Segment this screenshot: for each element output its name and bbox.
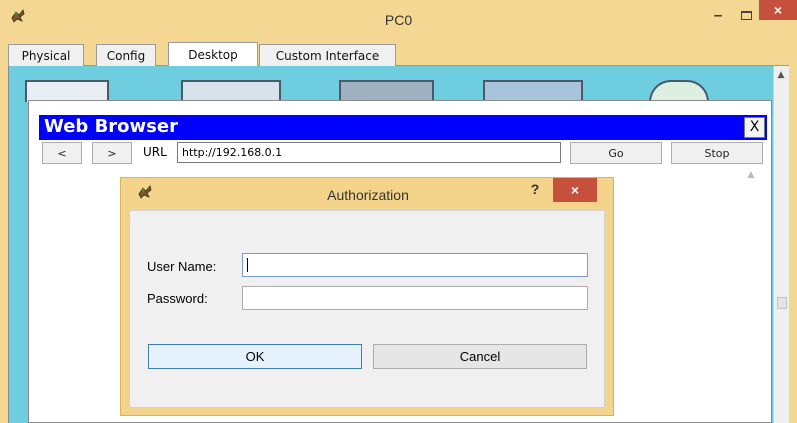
maximize-icon — [740, 10, 752, 20]
ok-button[interactable]: OK — [148, 344, 362, 369]
help-button[interactable]: ? — [521, 178, 549, 200]
window-titlebar[interactable]: PC0 – × — [0, 0, 797, 38]
tab-strip: Physical Config Desktop Custom Interface — [8, 42, 789, 67]
url-input[interactable]: http://192.168.0.1 — [177, 142, 561, 163]
desktop-app-icon[interactable] — [483, 80, 583, 102]
minimize-button[interactable]: – — [705, 4, 731, 26]
cancel-button[interactable]: Cancel — [373, 344, 587, 369]
authorization-dialog: Authorization ? × User Name: Password: O… — [120, 177, 614, 416]
url-label: URL — [143, 145, 167, 159]
password-label: Password: — [147, 291, 208, 306]
stop-button[interactable]: Stop — [671, 142, 763, 164]
tab-desktop[interactable]: Desktop — [168, 42, 258, 67]
desktop-app-icon[interactable] — [181, 80, 281, 102]
scroll-up-arrow-icon[interactable]: ▲ — [776, 70, 786, 80]
browser-titlebar: Web Browser X — [39, 115, 767, 140]
tab-physical[interactable]: Physical — [8, 44, 84, 66]
password-input[interactable] — [242, 286, 588, 310]
pc-window: PC0 – × Physical Config Desktop Custom I… — [0, 0, 797, 423]
browser-title: Web Browser — [44, 116, 178, 137]
desktop-app-icon[interactable] — [25, 80, 109, 102]
browser-scroll-up-icon[interactable]: ▲ — [746, 170, 756, 180]
maximize-button[interactable] — [733, 4, 759, 26]
browser-close-button[interactable]: X — [744, 117, 765, 138]
window-close-button[interactable]: × — [759, 0, 797, 20]
forward-button[interactable]: > — [92, 142, 132, 164]
tab-config[interactable]: Config — [96, 44, 156, 66]
scrollbar-thumb[interactable] — [777, 297, 787, 309]
dialog-body: User Name: Password: OK Cancel — [129, 210, 605, 408]
tab-custom-interface[interactable]: Custom Interface — [259, 44, 396, 66]
go-button[interactable]: Go — [570, 142, 662, 164]
back-button[interactable]: < — [42, 142, 82, 164]
desktop-app-icon[interactable] — [339, 80, 434, 102]
desktop-app-icon[interactable] — [649, 80, 709, 102]
username-input[interactable] — [242, 253, 588, 277]
username-label: User Name: — [147, 259, 217, 274]
desktop-scrollbar[interactable] — [773, 66, 789, 423]
dialog-close-button[interactable]: × — [553, 178, 597, 202]
text-caret — [247, 258, 248, 272]
window-title: PC0 — [384, 12, 413, 28]
